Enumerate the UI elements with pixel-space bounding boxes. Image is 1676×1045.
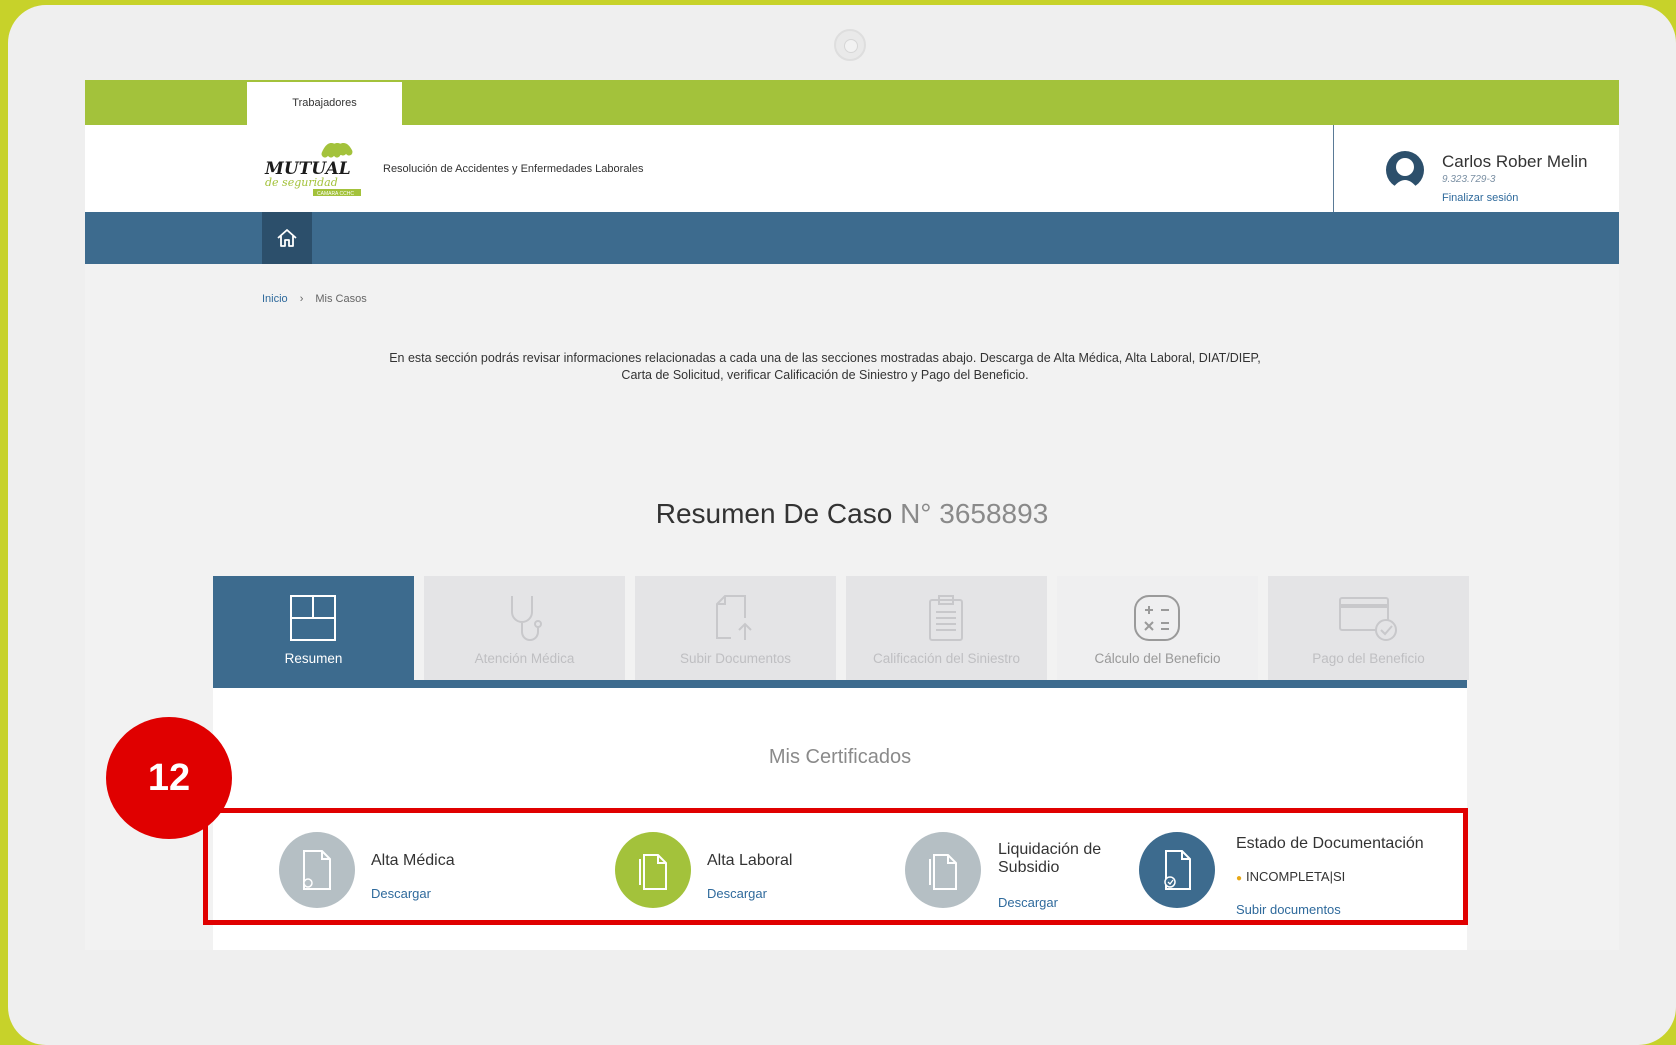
intro-line-2: Carta de Solicitud, verificar Calificaci… (621, 368, 1029, 382)
case-number: N° 3658893 (900, 498, 1049, 529)
layout-grid-icon (290, 595, 336, 641)
tabs-underline (213, 680, 1467, 688)
site-header: MUTUAL de seguridad CAMARA CCHC Resoluci… (85, 125, 1619, 212)
tab-trabajadores[interactable]: Trabajadores (247, 82, 402, 125)
breadcrumb: Inicio › Mis Casos (262, 293, 367, 305)
header-subtitle: Resolución de Accidentes y Enfermedades … (383, 163, 644, 175)
tab-label: Subir Documentos (679, 651, 792, 666)
mutual-logo[interactable]: MUTUAL de seguridad CAMARA CCHC (263, 138, 373, 198)
home-icon (277, 229, 297, 247)
user-avatar-icon (1386, 151, 1424, 189)
case-title: Resumen De Caso N° 3658893 (85, 498, 1619, 530)
tab-subir-documentos[interactable]: Subir Documentos (635, 576, 836, 680)
credit-card-icon (1339, 597, 1397, 641)
clipboard-icon (929, 595, 963, 641)
calculator-icon (1134, 595, 1180, 641)
user-area: Carlos Rober Melin 9.323.729-3 Finalizar… (1333, 125, 1619, 212)
tab-label: Atención Médica (474, 651, 575, 666)
tab-label: Calificación del Siniestro (872, 651, 1021, 666)
breadcrumb-home-link[interactable]: Inicio (262, 293, 288, 305)
logo-tag: CAMARA CCHC (317, 191, 354, 197)
tab-label: Pago del Beneficio (1312, 651, 1425, 666)
case-title-label: Resumen De Caso (655, 498, 893, 529)
tab-resumen[interactable]: Resumen (213, 576, 414, 688)
certificates-title: Mis Certificados (768, 746, 912, 768)
home-button[interactable] (262, 212, 312, 264)
intro-text: En esta sección podrás revisar informaci… (325, 350, 1325, 384)
stethoscope-icon (511, 596, 542, 641)
tab-calificacion[interactable]: Calificación del Siniestro (846, 576, 1047, 680)
upload-document-icon (716, 595, 752, 640)
intro-line-1: En esta sección podrás revisar informaci… (389, 351, 1261, 365)
user-rut: 9.323.729-3 (1442, 174, 1496, 185)
camera-icon (834, 29, 866, 61)
breadcrumb-separator: › (299, 293, 304, 305)
user-name: Carlos Rober Melin (1442, 152, 1588, 171)
case-tabs: Resumen Atención Médica Subir Documentos (213, 576, 1469, 688)
top-bar: Trabajadores (85, 80, 1619, 125)
highlight-box (203, 808, 1468, 925)
tab-calculo[interactable]: Cálculo del Beneficio (1057, 576, 1258, 680)
step-badge: 12 (106, 717, 232, 839)
tab-atencion-medica[interactable]: Atención Médica (424, 576, 625, 680)
breadcrumb-current: Mis Casos (315, 293, 367, 305)
main-navbar (85, 212, 1619, 264)
tab-label: Resumen (284, 651, 343, 666)
logout-link[interactable]: Finalizar sesión (1442, 192, 1518, 204)
tab-label: Cálculo del Beneficio (1094, 651, 1221, 666)
tab-pago[interactable]: Pago del Beneficio (1268, 576, 1469, 680)
logo-text-sub: de seguridad (265, 176, 338, 189)
